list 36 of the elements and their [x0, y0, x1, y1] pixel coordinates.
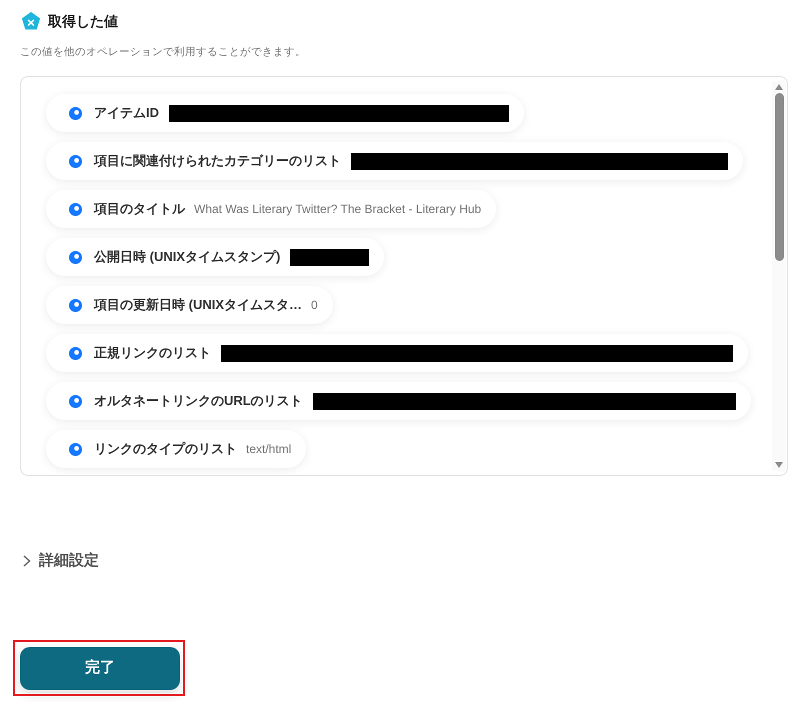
bullet-icon — [69, 250, 82, 264]
scrollbar[interactable] — [772, 81, 786, 471]
advanced-settings-toggle[interactable]: 詳細設定 — [23, 551, 99, 571]
field-label: 項目の更新日時 (UNIXタイムスタ… — [94, 296, 302, 314]
value-chip[interactable]: 公開日時 (UNIXタイムスタンプ) — [46, 238, 384, 276]
bullet-icon — [69, 346, 82, 360]
value-chip[interactable]: 正規リンクのリスト — [46, 334, 748, 372]
scroll-up-arrow-icon[interactable] — [775, 84, 783, 90]
bullet-icon — [69, 202, 82, 216]
value-chip[interactable]: 項目のタイトル What Was Literary Twitter? The Bracket - Literary Hub — [46, 190, 496, 228]
field-label: 公開日時 (UNIXタイムスタンプ) — [94, 248, 280, 266]
value-chip[interactable]: 項目の更新日時 (UNIXタイムスタ… 0 — [46, 286, 333, 324]
bullet-icon — [69, 154, 82, 168]
section-title: 取得した値 — [48, 12, 118, 31]
field-label: リンクのタイプのリスト — [94, 440, 237, 458]
value-chip[interactable]: オルタネートリンクのURLのリスト — [46, 382, 751, 420]
value-chip[interactable]: リンクのタイプのリスト text/html — [46, 430, 306, 468]
field-label: アイテムID — [94, 104, 159, 122]
scrollbar-thumb[interactable] — [774, 93, 784, 261]
value-chip[interactable]: 項目に関連付けられたカテゴリーのリスト — [46, 142, 743, 180]
field-value: text/html — [246, 441, 292, 458]
field-label: 項目に関連付けられたカテゴリーのリスト — [94, 152, 341, 170]
bullet-icon — [69, 106, 82, 120]
bullet-icon — [69, 394, 82, 408]
value-chip[interactable]: アイテムID — [46, 94, 524, 132]
field-label: 項目のタイトル — [94, 200, 185, 218]
section-description: この値を他のオペレーションで利用することができます。 — [20, 45, 306, 60]
pentagon-icon — [22, 12, 40, 30]
bullet-icon — [69, 442, 82, 456]
field-label: オルタネートリンクのURLのリスト — [94, 392, 303, 410]
done-button[interactable]: 完了 — [20, 647, 180, 690]
field-value: What Was Literary Twitter? The Bracket - Literary Hub — [194, 201, 482, 218]
bullet-icon — [69, 298, 82, 312]
field-label: 正規リンクのリスト — [94, 344, 211, 362]
scroll-down-arrow-icon[interactable] — [775, 462, 783, 468]
field-value: 0 — [311, 297, 318, 314]
